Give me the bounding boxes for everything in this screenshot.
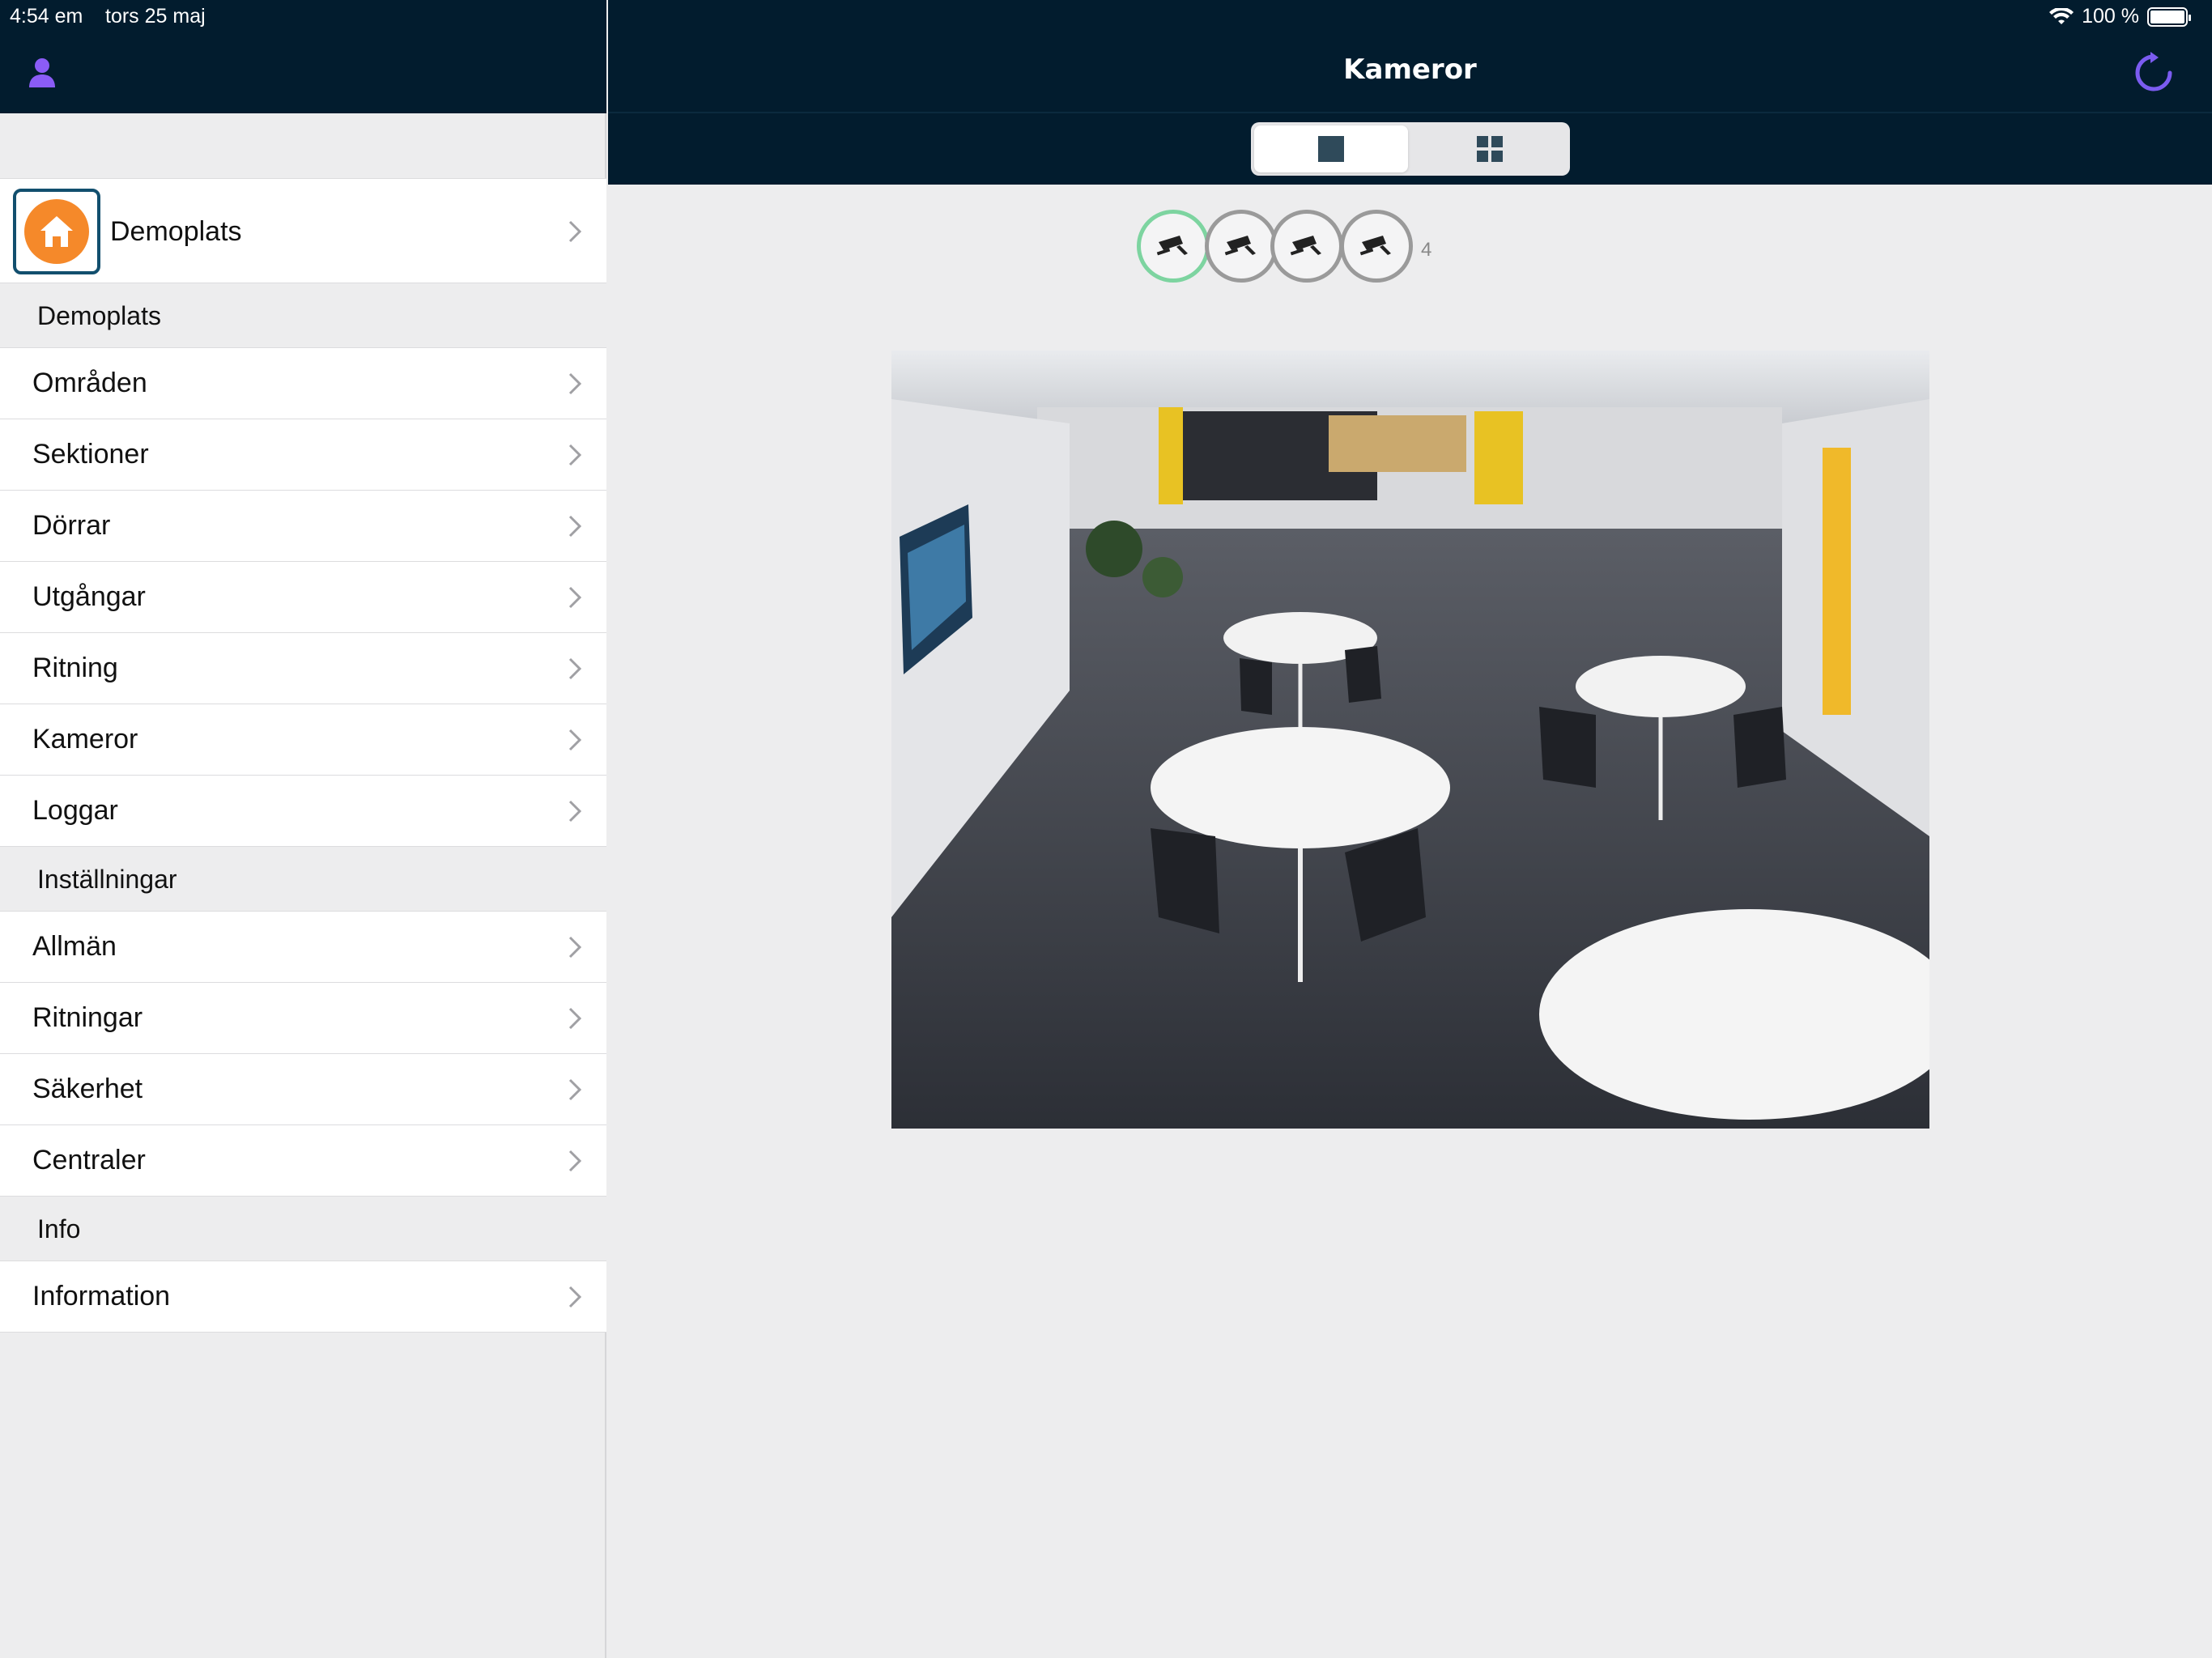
chevron-right-icon [568, 515, 582, 538]
camera-button-4[interactable] [1340, 210, 1413, 283]
sidebar-item-label: Utgångar [32, 581, 146, 612]
cctv-camera-icon [1224, 236, 1256, 256]
chevron-right-icon [568, 657, 582, 680]
chevron-right-icon [568, 586, 582, 609]
user-icon[interactable] [28, 57, 57, 89]
cctv-camera-icon [1156, 236, 1188, 256]
sidebar-item-kameror[interactable]: Kameror [0, 704, 606, 776]
camera-button-2[interactable] [1205, 210, 1278, 283]
cctv-camera-icon [1359, 236, 1391, 256]
sidebar-item-label: Ritning [32, 653, 118, 683]
grid-view-icon [1477, 136, 1503, 162]
battery-icon [2147, 6, 2191, 27]
wifi-icon [2049, 7, 2074, 24]
camera-button-3[interactable] [1270, 210, 1343, 283]
sidebar-item-label: Allmän [32, 931, 117, 962]
single-view-button[interactable] [1254, 125, 1408, 172]
sidebar-item-label: Säkerhet [32, 1073, 143, 1104]
status-time: 4:54 em [10, 5, 83, 28]
section-header-label: Demoplats [37, 301, 161, 330]
section-header: Info [0, 1197, 606, 1261]
status-bar: 4:54 em tors 25 maj 100 % [0, 0, 2212, 32]
camera-number-label: 4 [1421, 239, 1432, 261]
single-view-icon [1318, 136, 1344, 162]
chevron-right-icon [568, 372, 582, 395]
sidebar-item-information[interactable]: Information [0, 1261, 606, 1333]
refresh-icon[interactable] [2131, 50, 2176, 96]
sidebar-item-loggar[interactable]: Loggar [0, 776, 606, 847]
sidebar-item-centraler[interactable]: Centraler [0, 1125, 606, 1197]
cctv-camera-icon [1290, 236, 1321, 256]
sidebar-item-label: Centraler [32, 1145, 146, 1175]
sidebar-item-label: Dörrar [32, 510, 111, 541]
camera-selector: 1234 [608, 206, 2212, 287]
section-header-label: Info [37, 1214, 81, 1244]
sidebar-menu: Demoplats Områden Sektioner Dörrar Utgångar R… [0, 283, 606, 1333]
sidebar: Demoplats Demoplats Områden Sektioner Dörra… [0, 0, 606, 1658]
sidebar-item-ritningar[interactable]: Ritningar [0, 983, 606, 1054]
status-right: 100 % [2049, 5, 2191, 28]
chevron-right-icon [568, 220, 582, 243]
sidebar-item-sektioner[interactable]: Sektioner [0, 419, 606, 491]
section-header: Inställningar [0, 847, 606, 912]
camera-feed-image [891, 351, 1929, 1129]
sidebar-item-områden[interactable]: Områden [0, 348, 606, 419]
sidebar-item-dörrar[interactable]: Dörrar [0, 491, 606, 562]
chevron-right-icon [568, 1286, 582, 1308]
grid-view-button[interactable] [1413, 125, 1567, 172]
sidebar-item-label: Kameror [32, 724, 138, 755]
view-mode-segmented-control [1251, 122, 1570, 176]
page-title: Kameror [1343, 53, 1477, 86]
site-selector[interactable]: Demoplats [0, 178, 606, 283]
sidebar-item-säkerhet[interactable]: Säkerhet [0, 1054, 606, 1125]
chevron-right-icon [568, 1007, 582, 1030]
sidebar-item-utgångar[interactable]: Utgångar [0, 562, 606, 633]
battery-percent: 100 % [2082, 5, 2139, 28]
chevron-right-icon [568, 729, 582, 751]
sidebar-item-label: Ritningar [32, 1002, 143, 1033]
chevron-right-icon [568, 800, 582, 823]
sidebar-item-label: Information [32, 1281, 171, 1312]
header-divider [608, 112, 2212, 113]
sidebar-item-label: Områden [32, 368, 147, 398]
chevron-right-icon [568, 936, 582, 959]
chevron-right-icon [568, 1078, 582, 1101]
status-date: tors 25 maj [105, 5, 206, 28]
sidebar-spacer [0, 113, 605, 178]
camera-button-1[interactable] [1137, 210, 1210, 283]
camera-feed[interactable] [891, 351, 1929, 1129]
site-icon-frame [13, 189, 100, 274]
sidebar-item-allmän[interactable]: Allmän [0, 912, 606, 983]
chevron-right-icon [568, 444, 582, 466]
site-label: Demoplats [110, 216, 242, 247]
main-content: Kameror 1234 [608, 0, 2212, 1658]
section-header-label: Inställningar [37, 865, 177, 894]
sidebar-item-label: Sektioner [32, 439, 149, 470]
sidebar-item-ritning[interactable]: Ritning [0, 633, 606, 704]
section-header: Demoplats [0, 283, 606, 348]
sidebar-item-label: Loggar [32, 795, 118, 826]
chevron-right-icon [568, 1150, 582, 1172]
home-icon [24, 199, 89, 264]
